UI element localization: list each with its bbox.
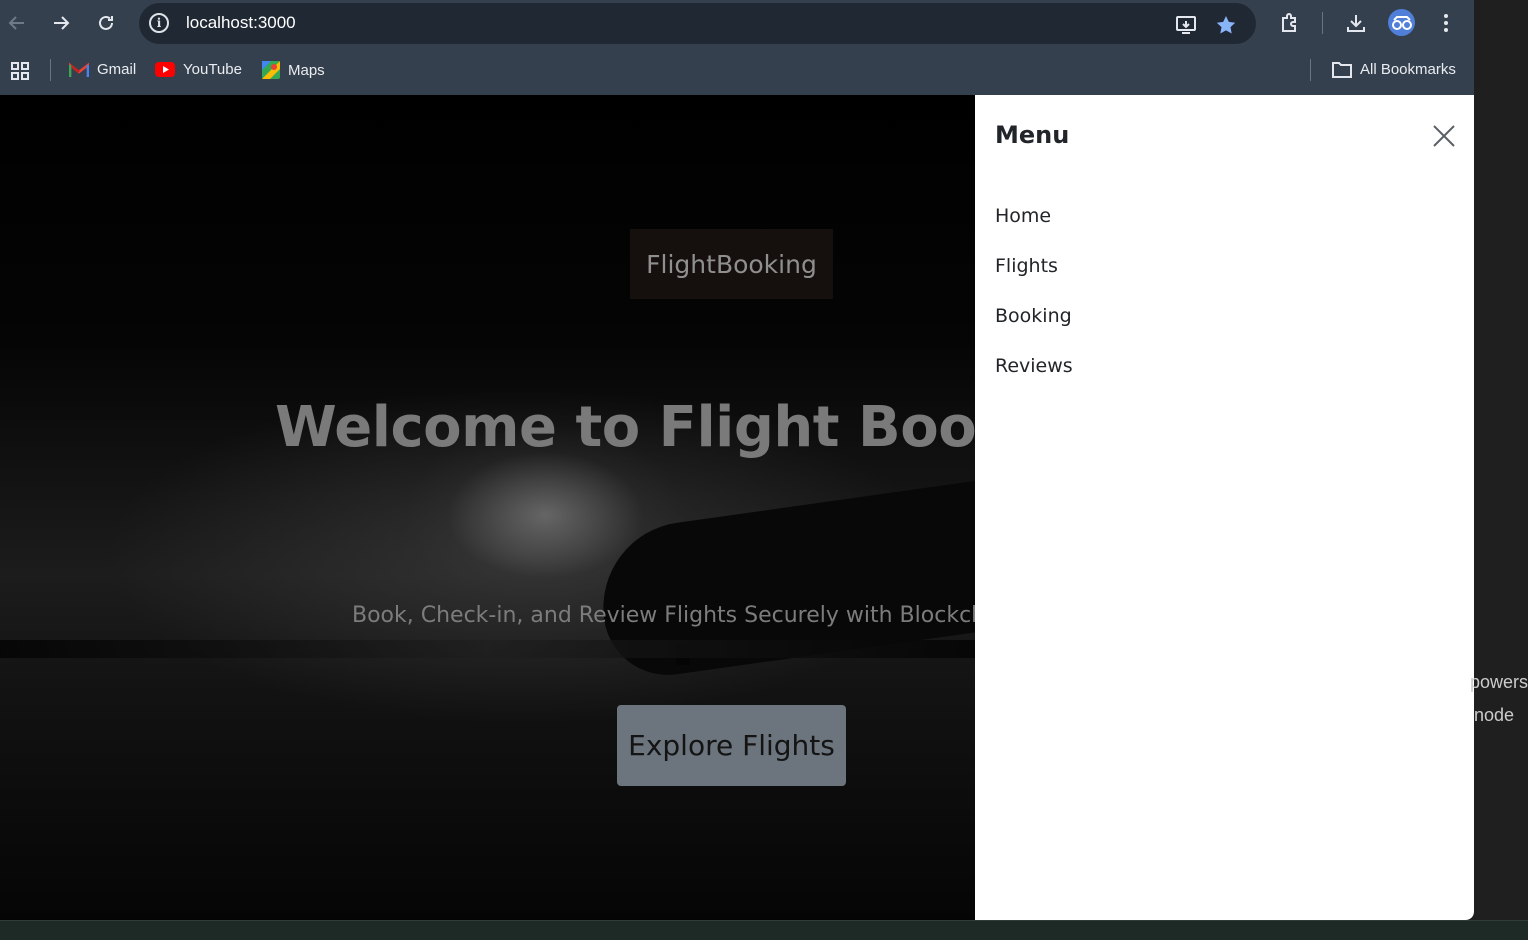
explore-flights-button[interactable]: Explore Flights [617,705,846,786]
editor-text-line2: node [1474,705,1515,725]
forward-arrow-icon [54,16,70,30]
back-arrow-icon [8,16,24,30]
runway-horizon [0,640,975,658]
menu-item-flights[interactable]: Flights [995,255,1073,305]
bookmarks-divider-right [1310,59,1311,81]
background-editor [1474,0,1528,940]
toolbar-divider [1322,12,1323,34]
navbar-brand[interactable]: FlightBooking [630,229,833,299]
folder-icon [1332,62,1352,78]
downloads-icon[interactable] [1343,10,1369,36]
browser-toolbar: i localhost:3000 [0,0,1474,47]
maps-icon [262,61,280,79]
profile-avatar[interactable] [1388,9,1415,36]
all-bookmarks-button[interactable]: All Bookmarks [1332,61,1456,78]
menu-item-booking[interactable]: Booking [995,305,1073,355]
address-bar[interactable]: i localhost:3000 [139,3,1256,44]
menu-item-reviews[interactable]: Reviews [995,355,1073,405]
browser-window: i localhost:3000 Gmail YouTube Maps All … [0,0,1474,920]
browser-menu-icon[interactable] [1433,10,1459,36]
bookmark-maps[interactable]: Maps [262,61,325,79]
offcanvas-menu: Menu Home Flights Booking Reviews [975,95,1474,920]
gmail-icon [69,62,89,77]
site-info-icon[interactable]: i [149,13,169,33]
forward-button[interactable] [48,10,74,36]
menu-title: Menu [995,121,1070,149]
os-taskbar [0,920,1528,940]
editor-text-line1: powers [1470,672,1528,692]
hero-title: Welcome to Flight Booking [275,395,975,460]
bookmark-youtube-label: YouTube [183,61,242,78]
reload-button[interactable] [93,10,119,36]
menu-nav-list: Home Flights Booking Reviews [995,205,1073,405]
menu-item-home[interactable]: Home [995,205,1073,255]
close-menu-button[interactable] [1430,122,1458,150]
all-bookmarks-label: All Bookmarks [1360,61,1456,78]
hero-subtitle: Book, Check-in, and Review Flights Secur… [352,603,975,628]
bookmark-maps-label: Maps [288,61,325,79]
install-app-icon[interactable] [1174,13,1198,37]
reload-icon [99,15,113,30]
apps-grid-icon[interactable] [10,61,30,81]
hero-section: FlightBooking Welcome to Flight Booking … [0,95,975,920]
close-icon [1433,125,1455,147]
extensions-icon[interactable] [1277,10,1303,36]
bookmarks-divider [50,59,51,81]
bookmark-gmail-label: Gmail [97,61,137,78]
bookmark-star-icon[interactable] [1214,13,1238,37]
back-button[interactable] [4,10,30,36]
bookmark-gmail[interactable]: Gmail [69,61,136,78]
address-url[interactable]: localhost:3000 [186,13,296,33]
youtube-icon [155,62,175,77]
bookmarks-bar: Gmail YouTube Maps All Bookmarks [0,47,1474,95]
bookmark-youtube[interactable]: YouTube [155,61,242,78]
